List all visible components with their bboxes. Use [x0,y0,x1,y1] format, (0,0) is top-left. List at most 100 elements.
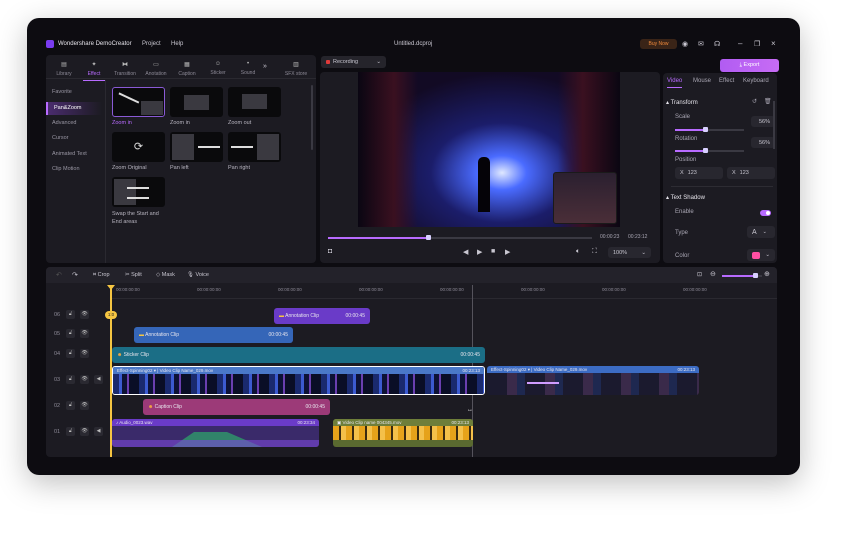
eye-icon[interactable]: 👁︎ [80,401,89,410]
timeline-ruler[interactable]: 00:00:00:00 00:00:00:00 00:00:00:00 00:00:0… [110,285,777,299]
mask-button[interactable]: ◇ Mask [156,272,175,278]
webcam-overlay[interactable] [553,172,617,224]
recording-dropdown[interactable]: Recording ⌄ [321,56,386,68]
redo-icon[interactable]: ↷ [72,271,78,279]
export-button[interactable]: ⤓ Export [720,59,779,72]
position-y-input[interactable]: X 123 [727,167,775,179]
category-clip-motion[interactable]: Clip Motion [46,163,102,176]
keyframe-range[interactable] [527,382,559,384]
rotation-slider[interactable] [675,148,744,153]
audio-clip[interactable]: ♪ Audio_0023.wav 00:23:34 [112,419,319,447]
play-button[interactable]: ▶ [477,248,482,256]
lock-icon[interactable]: 🔓︎ [66,375,75,384]
rotation-input[interactable]: 56% [751,137,775,148]
eye-icon[interactable]: 👁︎ [80,375,89,384]
tab-sticker[interactable]: ☺ Sticker [203,61,233,76]
reset-icon[interactable]: ↺ [752,98,757,105]
tab-video[interactable]: Video [667,78,683,88]
undo-icon[interactable]: ↶ [56,271,62,279]
effect-zoom-in-2[interactable] [170,87,223,117]
effect-zoom-original[interactable]: ⟳ [112,132,165,162]
lock-icon[interactable]: 🔓︎ [66,427,75,436]
tab-caption[interactable]: ▦ Caption [172,61,202,77]
close-button[interactable]: × [771,39,776,48]
sticker-clip[interactable]: ☻ Sticker Clip 00:00:45 [112,347,485,363]
annotation-clip-06[interactable]: ▬ Annotation Clip 00:00:45 [274,308,370,324]
lock-icon[interactable]: 🔓︎ [66,310,75,319]
properties-scrollbar[interactable] [773,101,775,149]
maximize-button[interactable]: ❐ [754,40,760,48]
crop-button[interactable]: ⌗ Crop [93,272,110,279]
category-favorite[interactable]: Favorite [46,86,102,99]
scale-input[interactable]: 56% [751,116,775,127]
tab-library[interactable]: ▤ Library [49,61,79,77]
eye-icon[interactable]: 👁︎ [80,427,89,436]
enable-toggle[interactable] [760,210,771,216]
color-select[interactable]: ⌄ [747,249,775,261]
lock-icon[interactable]: 🔓︎ [66,329,75,338]
tab-effect[interactable]: Effect [719,78,734,84]
split-button[interactable]: ✂ Split [125,272,142,278]
screenshot-icon[interactable]: ◘ [328,248,332,255]
speaker-icon[interactable]: ◀ [94,427,103,436]
delete-icon[interactable]: 🗑︎ [764,98,772,105]
next-frame-button[interactable]: ▶ [505,248,510,256]
scale-slider[interactable] [675,127,744,132]
eye-icon[interactable]: 👁︎ [80,349,89,358]
more-tabs-icon[interactable]: » [263,63,267,70]
effects-scrollbar[interactable] [311,85,313,150]
buy-now-button[interactable]: Buy Now [640,39,677,49]
track-number: 01 [54,429,61,435]
effect-swap-areas[interactable] [112,177,165,207]
account-icon[interactable]: ◉ [682,40,688,48]
ruler-label: 00:00:00:00 [602,287,626,292]
zoom-in-icon[interactable]: ⊕ [764,270,770,278]
minimize-button[interactable]: – [738,39,742,48]
category-pan-zoom[interactable]: Pan&Zoom [46,102,102,115]
category-animated-text[interactable]: Animated Text [46,148,102,161]
tab-effect[interactable]: ✦ Effect [79,61,109,81]
menu-help[interactable]: Help [171,41,183,47]
fullscreen-icon[interactable]: ⛶ [592,248,597,256]
category-advanced[interactable]: Advanced [46,117,102,130]
effect-pan-right[interactable] [228,132,281,162]
effect-zoom-in-1[interactable] [112,87,165,117]
stop-button[interactable]: ■ [491,248,495,255]
tab-keyboard[interactable]: Keyboard [743,78,769,84]
timeline-zoom-slider[interactable] [722,273,762,278]
support-icon[interactable]: ☊ [714,40,720,48]
eye-icon[interactable]: 👁︎ [80,329,89,338]
mail-icon[interactable]: ✉ [698,40,704,48]
voice-button[interactable]: 🎙︎ Voice [187,272,209,278]
video-preview[interactable] [358,72,620,227]
zoom-out-icon[interactable]: ⊖ [710,270,716,278]
playback-scrubber[interactable] [328,235,592,240]
tab-mouse[interactable]: Mouse [693,78,711,84]
previous-frame-button[interactable]: ◀ [463,248,468,256]
annotation-clip-05[interactable]: ▬ Annotation Clip 00:00:45 [134,327,293,343]
speaker-icon[interactable]: ◀ [94,375,103,384]
tab-transition[interactable]: ⧓ Transition [110,61,140,77]
category-cursor[interactable]: Cursor [46,132,102,145]
ruler-label: 00:00:00:00 [197,287,221,292]
lock-icon[interactable]: 🔓︎ [66,401,75,410]
tab-annotation[interactable]: ▭ Anotation [141,61,171,77]
tab-sfx-store[interactable]: ▥ SFX store [281,61,311,77]
position-x-input[interactable]: X 123 [675,167,723,179]
video-clip-1[interactable]: Effect-Spinning02 ▾ | Video Clip Name_02… [112,366,485,395]
effect-zoom-out[interactable] [228,87,281,117]
lock-icon[interactable]: 🔓︎ [66,349,75,358]
video-clip-2[interactable]: Effect-Spinning02 ▾ | Video Clip Name_02… [487,366,699,395]
caption-clip[interactable]: ☻ Caption Clip 00:00:45 [143,399,330,415]
zoom-select[interactable]: 100% ⌄ [608,247,651,258]
sticker-icon: ☻ [117,352,123,358]
video-clip-3[interactable]: ▣ Video Clip name 004345.mov 00:23:13 [333,419,473,447]
tab-sound[interactable]: • Sound [233,61,263,76]
fit-icon[interactable]: ⊡ [697,271,702,278]
app-title: Wondershare DemoCreator [58,41,132,47]
menu-project[interactable]: Project [142,41,161,47]
effect-pan-left[interactable] [170,132,223,162]
type-select[interactable]: A ⌄ [747,226,775,238]
volume-icon[interactable]: 🔈︎ [576,248,580,256]
eye-icon[interactable]: 👁︎ [80,310,89,319]
